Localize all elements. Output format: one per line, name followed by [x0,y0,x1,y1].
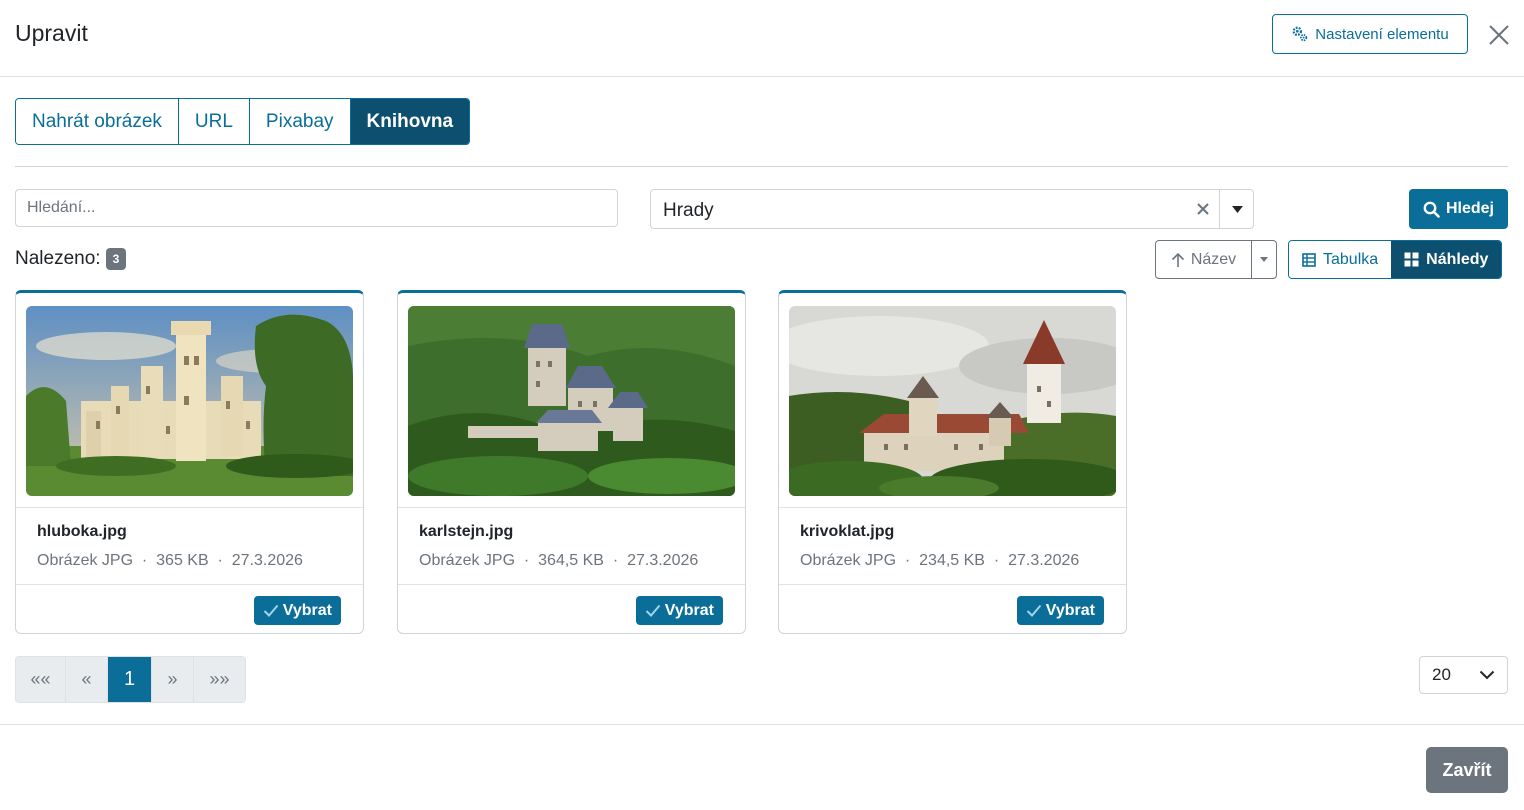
modal-title: Upravit [15,20,88,46]
found-label: Nalezeno: [15,248,101,269]
page-last-button[interactable]: »» [194,657,245,702]
page-number-button[interactable]: 1 [108,657,152,702]
select-label: Vybrat [282,601,332,619]
gears-icon [1292,26,1308,42]
file-date: 27.3.2026 [231,552,303,569]
file-date: 27.3.2026 [1008,552,1080,569]
grid-icon [1404,252,1419,267]
castle-krivoklat-image [789,306,1116,496]
category-dropdown-toggle[interactable] [1221,190,1254,228]
per-page-select[interactable]: 20 [1419,656,1508,694]
image-card: karlstejn.jpg Obrázek JPG · 364,5 KB · 2… [397,290,746,634]
card-info: krivoklat.jpg Obrázek JPG · 234,5 KB · 2… [779,507,1126,585]
search-button-label: Hledej [1445,200,1494,217]
castle-hluboka-image [26,306,353,496]
search-input[interactable] [15,189,618,227]
clear-selection-button[interactable] [1186,190,1220,228]
footer-divider [0,724,1524,725]
view-table-button[interactable]: Tabulka [1289,241,1392,278]
element-settings-label: Nastavení elementu [1315,25,1449,43]
select-label: Vybrat [1045,601,1095,619]
file-name: hluboka.jpg [37,523,127,540]
check-icon [263,604,279,617]
tab-pixabay[interactable]: Pixabay [249,99,351,144]
element-settings-button[interactable]: Nastavení elementu [1272,14,1468,54]
image-card: krivoklat.jpg Obrázek JPG · 234,5 KB · 2… [778,290,1127,634]
file-type: Obrázek JPG [800,552,897,569]
file-meta: Obrázek JPG · 364,5 KB · 27.3.2026 [419,552,698,570]
meta-separator: · [217,552,223,569]
file-type: Obrázek JPG [419,552,516,569]
caret-down-icon [1232,205,1243,213]
modal-header: Upravit Nastavení elementu [0,0,1524,77]
tab-url[interactable]: URL [178,99,250,144]
page-first-button[interactable]: «« [16,657,66,702]
tab-upload-image[interactable]: Nahrát obrázek [16,99,179,144]
file-date: 27.3.2026 [627,552,699,569]
image-thumbnail[interactable] [789,306,1116,496]
file-size: 365 KB [156,552,209,569]
meta-separator: · [612,552,619,569]
check-icon [645,604,661,617]
select-image-button[interactable]: Vybrat [253,596,341,625]
file-name: karlstejn.jpg [419,523,514,540]
image-card: hluboka.jpg Obrázek JPG · 365 KB · 27.3.… [15,290,364,634]
castle-karlstejn-image [408,306,735,496]
search-button[interactable]: Hledej [1409,189,1508,229]
sort-label: Název [1190,250,1237,268]
meta-separator: · [141,552,148,569]
close-button[interactable]: Zavřít [1426,747,1508,793]
file-meta: Obrázek JPG · 234,5 KB · 27.3.2026 [800,552,1079,570]
file-size: 364,5 KB [538,552,604,569]
file-type: Obrázek JPG [37,552,134,569]
page-next-button[interactable]: » [152,657,194,702]
image-thumbnail[interactable] [408,306,735,496]
clear-icon [1196,203,1209,215]
sort-button[interactable]: Název [1155,240,1252,279]
file-size: 234,5 KB [919,552,985,569]
select-image-button[interactable]: Vybrat [1016,596,1104,625]
tab-library[interactable]: Knihovna [350,99,470,144]
close-icon[interactable] [1486,22,1512,48]
image-thumbnail[interactable] [26,306,353,496]
pagination: «« « 1 » »» [15,656,246,703]
chevron-down-icon [1479,670,1495,680]
card-info: hluboka.jpg Obrázek JPG · 365 KB · 27.3.… [16,507,363,585]
file-name: krivoklat.jpg [800,523,895,540]
caret-down-icon [1260,257,1268,262]
view-previews-button[interactable]: Náhledy [1391,241,1502,278]
meta-separator: · [993,552,1000,569]
meta-separator: · [904,552,911,569]
check-icon [1026,604,1042,617]
select-image-button[interactable]: Vybrat [635,596,723,625]
per-page-value: 20 [1432,665,1451,684]
category-select[interactable]: Hrady [650,189,1254,229]
count-badge: 3 [105,248,127,270]
source-tabs: Nahrát obrázek URL Pixabay Knihovna [15,98,471,145]
file-meta: Obrázek JPG · 365 KB · 27.3.2026 [37,552,303,570]
view-table-label: Tabulka [1323,250,1379,268]
search-icon [1423,201,1440,218]
view-toggle: Tabulka Náhledy [1288,240,1503,279]
page-prev-button[interactable]: « [66,657,108,702]
category-select-value: Hrady [663,200,714,221]
results-count: Nalezeno: 3 [15,248,127,270]
meta-separator: · [523,552,530,569]
sort-dropdown-toggle[interactable] [1251,240,1277,279]
divider [15,166,1508,167]
card-info: karlstejn.jpg Obrázek JPG · 364,5 KB · 2… [398,507,745,585]
select-label: Vybrat [664,601,714,619]
table-icon [1302,252,1316,267]
view-previews-label: Náhledy [1426,250,1489,268]
arrow-up-icon [1171,252,1184,267]
